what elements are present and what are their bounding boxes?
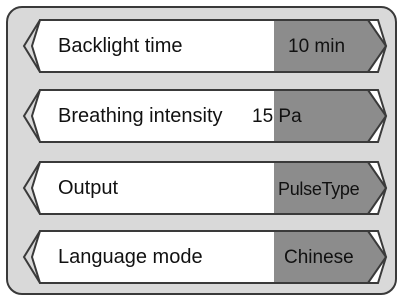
setting-value: 10 min (288, 36, 346, 57)
setting-row-language-mode[interactable]: Language mode Chinese (16, 229, 388, 285)
setting-label: Output (58, 177, 119, 199)
setting-label: Backlight time (58, 35, 183, 57)
setting-value: 15 Pa (252, 106, 302, 127)
setting-value: Chinese (284, 247, 354, 268)
setting-value: PulseType (278, 179, 360, 199)
setting-label: Language mode (58, 246, 203, 268)
setting-row-output[interactable]: Output PulseType (16, 160, 388, 216)
setting-row-backlight-time[interactable]: Backlight time 10 min (16, 18, 388, 74)
setting-label: Breathing intensity (58, 105, 223, 127)
setting-row-breathing-intensity[interactable]: Breathing intensity 15 Pa (16, 88, 388, 144)
